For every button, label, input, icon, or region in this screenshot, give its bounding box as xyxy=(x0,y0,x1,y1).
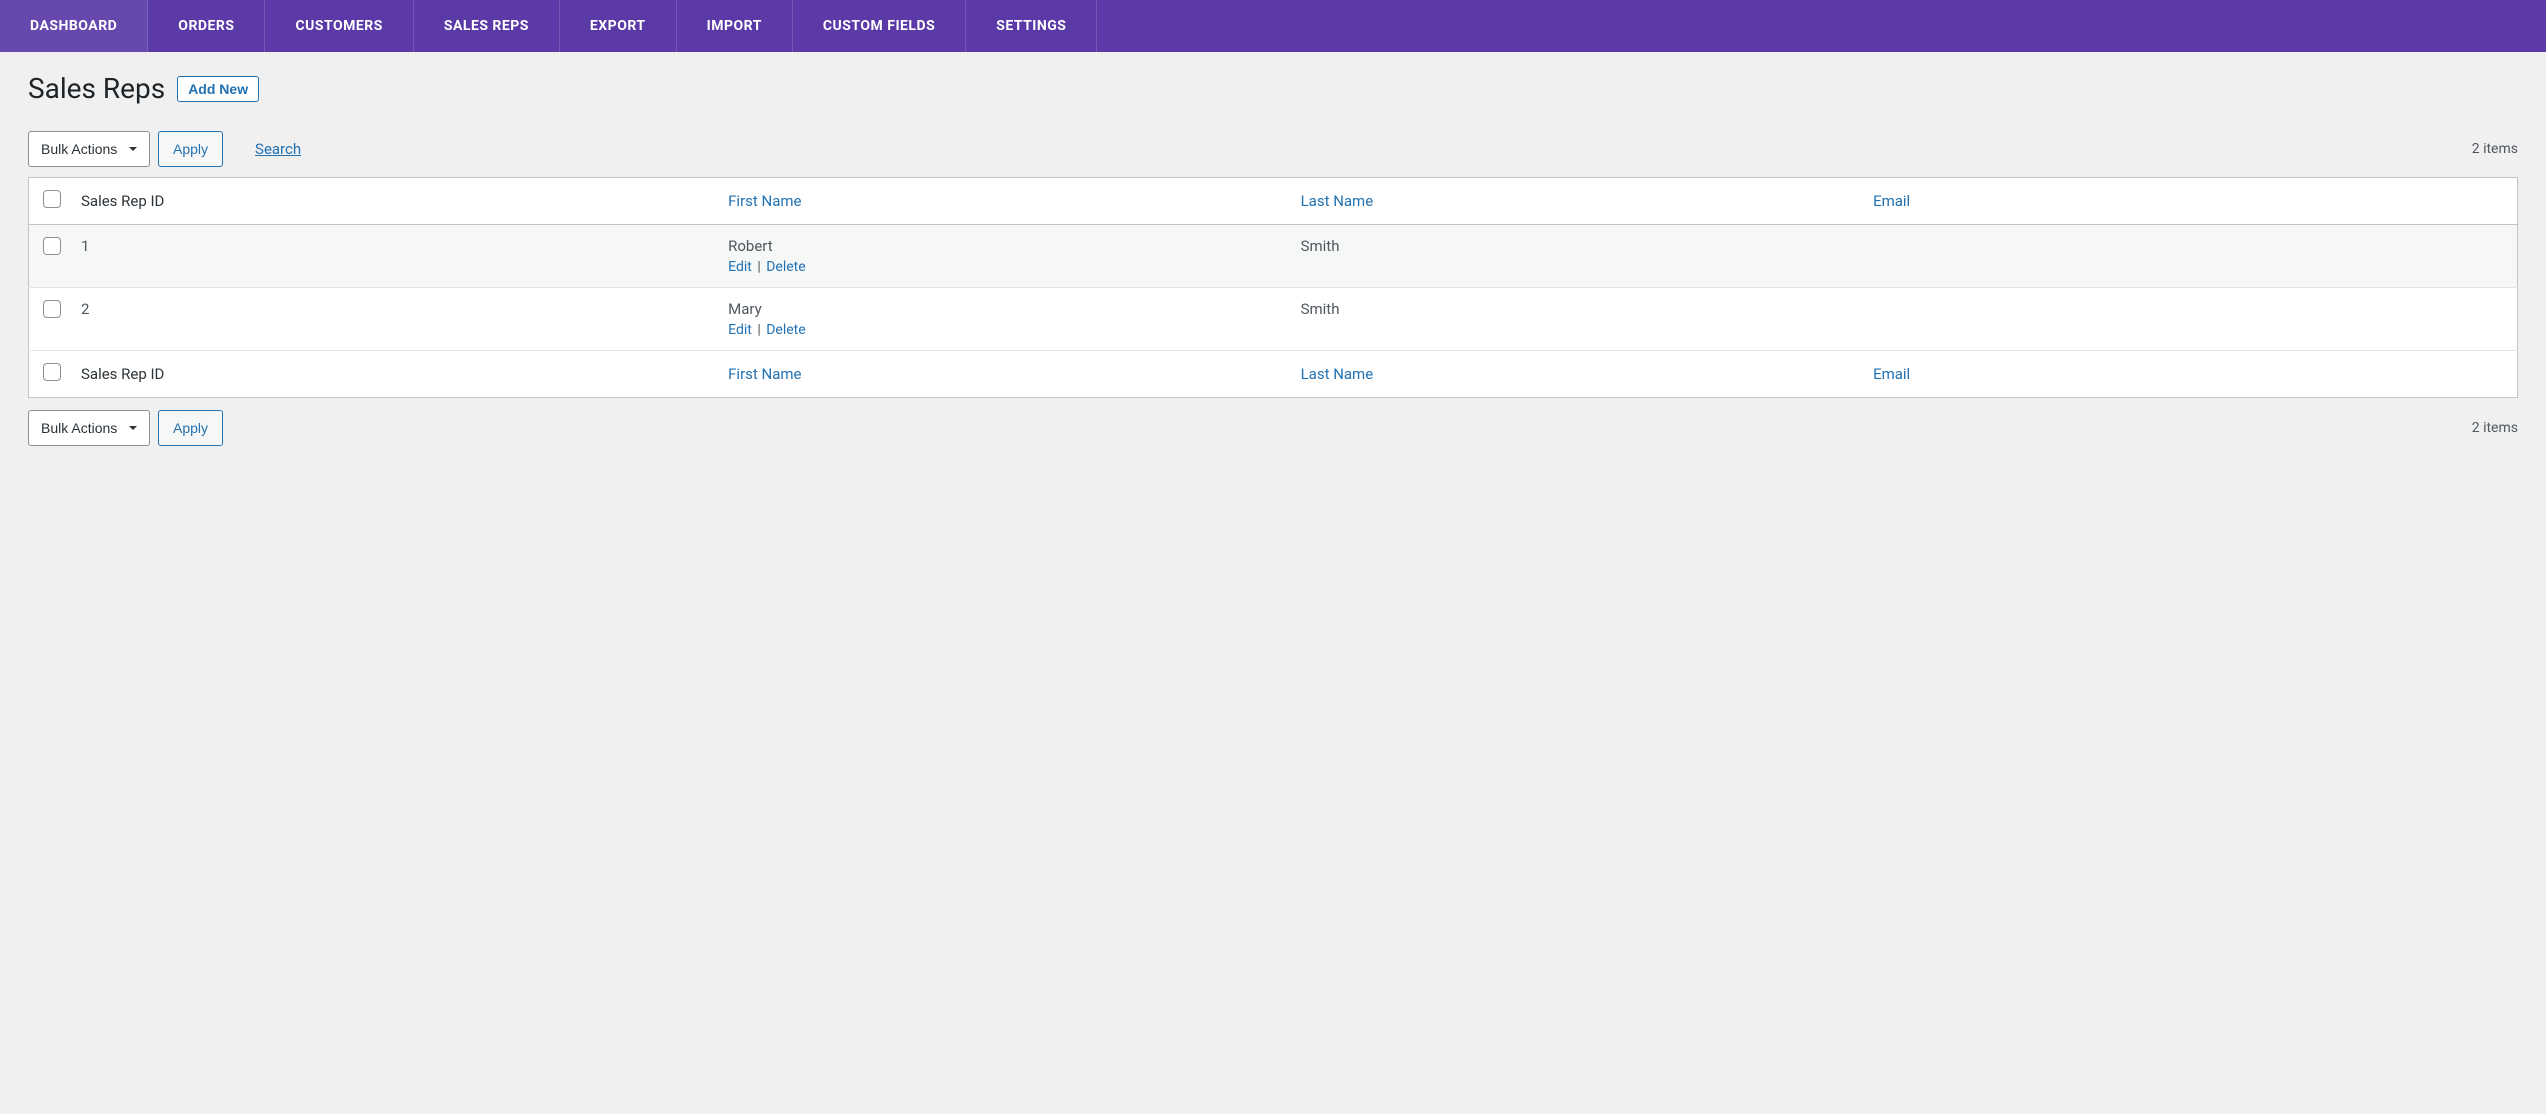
apply-button-bottom[interactable]: Apply xyxy=(158,410,223,446)
items-count-bottom: 2 items xyxy=(2472,420,2518,436)
row-checkbox[interactable] xyxy=(43,300,61,318)
tablenav-bottom: Bulk Actions Apply 2 items xyxy=(28,410,2518,446)
select-all-checkbox-top[interactable] xyxy=(43,190,61,208)
column-header-email[interactable]: Email xyxy=(1863,178,2517,225)
row-actions: Edit | Delete xyxy=(728,322,1280,338)
nav-import[interactable]: IMPORT xyxy=(677,0,793,52)
items-count-top: 2 items xyxy=(2472,141,2518,157)
delete-link[interactable]: Delete xyxy=(766,322,805,338)
add-new-button[interactable]: Add New xyxy=(177,76,259,102)
column-header-last-name[interactable]: Last Name xyxy=(1291,178,1863,225)
cell-email xyxy=(1863,225,2517,288)
bulk-actions-select-bottom[interactable]: Bulk Actions xyxy=(28,410,150,446)
bulk-actions-select[interactable]: Bulk Actions xyxy=(28,131,150,167)
table-row: 2 Mary Edit | Delete Smith xyxy=(29,288,2518,351)
column-footer-id: Sales Rep ID xyxy=(71,351,718,398)
edit-link[interactable]: Edit xyxy=(728,259,752,275)
cell-id: 2 xyxy=(71,288,718,351)
search-link[interactable]: Search xyxy=(255,140,301,158)
select-all-checkbox-bottom[interactable] xyxy=(43,363,61,381)
nav-settings[interactable]: SETTINGS xyxy=(966,0,1097,52)
cell-id: 1 xyxy=(71,225,718,288)
column-header-id: Sales Rep ID xyxy=(71,178,718,225)
delete-link[interactable]: Delete xyxy=(766,259,805,275)
nav-customers[interactable]: CUSTOMERS xyxy=(265,0,413,52)
tablenav-top: Bulk Actions Apply Search 2 items xyxy=(28,131,2518,167)
cell-first-name: Robert xyxy=(728,237,1280,255)
column-footer-email[interactable]: Email xyxy=(1863,351,2517,398)
sales-reps-table: Sales Rep ID First Name Last Name Email … xyxy=(28,177,2518,398)
nav-orders[interactable]: ORDERS xyxy=(148,0,265,52)
page-header: Sales Reps Add New xyxy=(28,72,2518,105)
nav-custom-fields[interactable]: CUSTOM FIELDS xyxy=(793,0,966,52)
nav-dashboard[interactable]: DASHBOARD xyxy=(0,0,148,52)
action-separator: | xyxy=(755,259,762,275)
column-footer-first-name[interactable]: First Name xyxy=(718,351,1290,398)
cell-last-name: Smith xyxy=(1291,288,1863,351)
cell-first-name: Mary xyxy=(728,300,1280,318)
apply-button-top[interactable]: Apply xyxy=(158,131,223,167)
action-separator: | xyxy=(755,322,762,338)
row-checkbox[interactable] xyxy=(43,237,61,255)
top-nav: DASHBOARD ORDERS CUSTOMERS SALES REPS EX… xyxy=(0,0,2546,52)
nav-export[interactable]: EXPORT xyxy=(560,0,677,52)
nav-sales-reps[interactable]: SALES REPS xyxy=(414,0,560,52)
table-row: 1 Robert Edit | Delete Smith xyxy=(29,225,2518,288)
cell-last-name: Smith xyxy=(1291,225,1863,288)
edit-link[interactable]: Edit xyxy=(728,322,752,338)
column-header-first-name[interactable]: First Name xyxy=(718,178,1290,225)
row-actions: Edit | Delete xyxy=(728,259,1280,275)
page-title: Sales Reps xyxy=(28,72,165,105)
cell-email xyxy=(1863,288,2517,351)
column-footer-last-name[interactable]: Last Name xyxy=(1291,351,1863,398)
